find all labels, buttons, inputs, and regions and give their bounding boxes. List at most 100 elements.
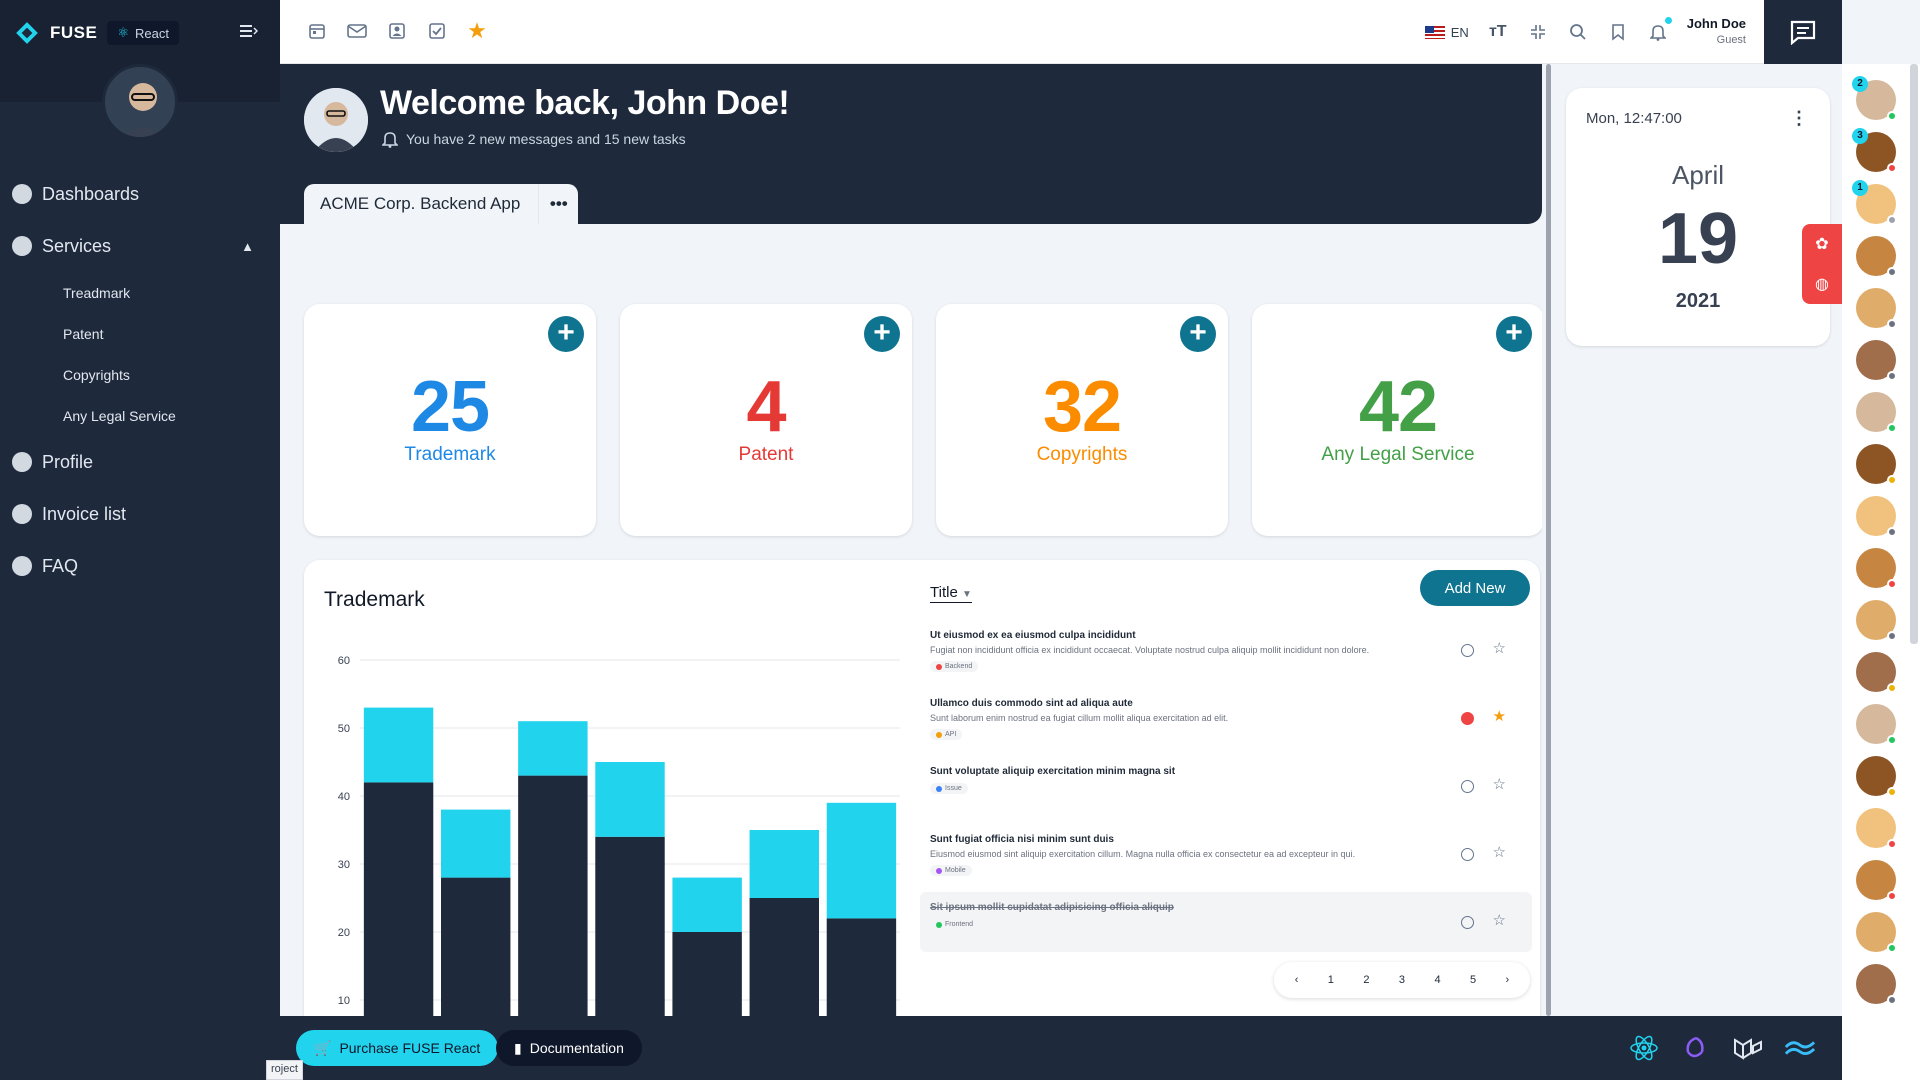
bar-segment[interactable] [826,918,897,1030]
summary-card-copyrights[interactable]: + 32 Copyrights [936,304,1228,536]
add-icon[interactable]: + [548,316,584,352]
sidebar-item-services[interactable]: Services ▲ [0,220,280,272]
star-icon[interactable]: ★ [1493,707,1506,725]
contact-avatar[interactable]: 2 [1852,76,1897,121]
important-icon[interactable] [1461,848,1474,861]
bar-segment[interactable] [749,898,819,1030]
bar-segment[interactable] [441,877,511,1030]
contact-avatar[interactable] [1856,548,1897,589]
notifications-icon[interactable] [1647,17,1672,43]
language-switcher[interactable]: EN [1424,25,1469,40]
brand-logo[interactable]: FUSE ⚛ React [14,20,179,46]
main-scrollbar[interactable] [1542,64,1554,1016]
contacts-icon[interactable] [386,20,408,42]
page-button[interactable]: 5 [1470,974,1476,986]
bar-segment[interactable] [826,802,897,919]
task-item[interactable]: Sunt fugiat officia nisi minim sunt duis… [920,824,1532,892]
bar-segment[interactable] [595,836,665,1030]
contact-avatar[interactable] [1856,912,1897,953]
theme-palette-icon[interactable]: ◍ [1815,274,1829,294]
bar-segment[interactable] [749,830,819,898]
contact-avatar[interactable] [1856,860,1897,901]
mail-icon[interactable] [346,20,368,42]
star-icon[interactable]: ☆ [1493,639,1506,657]
important-icon[interactable] [1461,644,1474,657]
sidebar-subitem-treadmark[interactable]: Treadmark [0,272,280,313]
contact-avatar[interactable] [1856,340,1897,381]
bookmarks-icon[interactable] [1607,21,1629,43]
project-chip[interactable]: roject [266,1060,303,1080]
font-size-icon[interactable]: тT [1487,21,1509,43]
title-filter-dropdown[interactable]: Title ▼ [930,584,972,603]
settings-gear-icon[interactable]: ✿ [1815,234,1828,254]
bar-segment[interactable] [518,721,588,776]
sidebar-item-dashboards[interactable]: Dashboards [0,168,280,220]
more-vertical-icon[interactable]: ⋮ [1790,108,1808,129]
redux-logo-icon[interactable] [1680,1032,1712,1064]
contact-avatar[interactable] [1856,496,1897,537]
important-icon[interactable] [1461,780,1474,793]
contact-avatar[interactable] [1856,964,1897,1005]
contact-avatar[interactable] [1856,704,1897,745]
star-icon[interactable]: ☆ [1493,843,1506,861]
page-button[interactable]: 4 [1434,974,1440,986]
star-icon[interactable]: ★ [466,18,488,43]
task-item[interactable]: Ullamco duis commodo sint ad aliqua aute… [920,688,1532,756]
chat-panel-toggle[interactable] [1764,0,1842,64]
contact-avatar[interactable] [1856,288,1897,329]
important-icon[interactable] [1461,712,1474,725]
contact-avatar[interactable] [1856,392,1897,433]
react-logo-icon[interactable] [1628,1032,1660,1064]
project-selector[interactable]: ACME Corp. Backend App ••• [304,184,579,224]
sidebar-subitem-any-legal-service[interactable]: Any Legal Service [0,395,280,436]
summary-card-trademark[interactable]: + 25 Trademark [304,304,596,536]
summary-card-any-legal-service[interactable]: + 42 Any Legal Service [1252,304,1544,536]
page-button[interactable]: 3 [1399,974,1405,986]
user-menu[interactable]: John Doe Guest [1687,16,1746,48]
contact-avatar[interactable] [1856,652,1897,693]
contact-avatar[interactable] [1856,444,1897,485]
add-icon[interactable]: + [1180,316,1216,352]
bar-segment[interactable] [672,877,742,932]
contact-avatar[interactable] [1856,600,1897,641]
contact-avatar[interactable] [1856,808,1897,849]
menu-toggle-icon[interactable] [240,24,258,38]
contact-avatar[interactable] [1856,236,1897,277]
sidebar-item-faq[interactable]: FAQ [0,540,280,592]
prev-page-button[interactable]: ‹ [1295,974,1299,986]
add-icon[interactable]: + [864,316,900,352]
sidebar-item-invoice-list[interactable]: Invoice list [0,488,280,540]
page-button[interactable]: 1 [1328,974,1334,986]
search-icon[interactable] [1567,21,1589,43]
important-icon[interactable] [1461,916,1474,929]
purchase-button[interactable]: 🛒 Purchase FUSE React [296,1030,499,1066]
star-icon[interactable]: ☆ [1493,911,1506,929]
mui-logo-icon[interactable] [1732,1032,1764,1064]
summary-card-patent[interactable]: + 4 Patent [620,304,912,536]
tasks-icon[interactable] [426,20,448,42]
contact-avatar[interactable] [1856,756,1897,797]
bar-segment[interactable] [595,762,665,837]
page-button[interactable]: 2 [1363,974,1369,986]
scrollbar-thumb[interactable] [1546,64,1551,1016]
contact-avatar[interactable]: 1 [1852,180,1897,225]
star-icon[interactable]: ☆ [1493,775,1506,793]
task-item[interactable]: Ut eiusmod ex ea eiusmod culpa incididun… [920,620,1532,688]
add-icon[interactable]: + [1496,316,1532,352]
tailwind-logo-icon[interactable] [1784,1032,1816,1064]
contacts-scrollbar[interactable] [1910,64,1918,644]
next-page-button[interactable]: › [1506,974,1510,986]
sidebar-item-profile[interactable]: Profile [0,436,280,488]
fullscreen-exit-icon[interactable] [1527,21,1549,43]
task-item[interactable]: Sunt voluptate aliquip exercitation mini… [920,756,1532,824]
sidebar-subitem-patent[interactable]: Patent [0,313,280,354]
bar-segment[interactable] [363,782,434,1030]
bar-segment[interactable] [363,707,434,783]
task-item[interactable]: Sit ipsum mollit cupidatat adipisicing o… [920,892,1532,952]
bar-segment[interactable] [518,775,588,1030]
sidebar-avatar[interactable] [102,64,178,140]
bar-segment[interactable] [441,809,511,878]
add-new-button[interactable]: Add New [1420,570,1530,606]
contact-avatar[interactable]: 3 [1852,128,1897,173]
sidebar-subitem-copyrights[interactable]: Copyrights [0,354,280,395]
